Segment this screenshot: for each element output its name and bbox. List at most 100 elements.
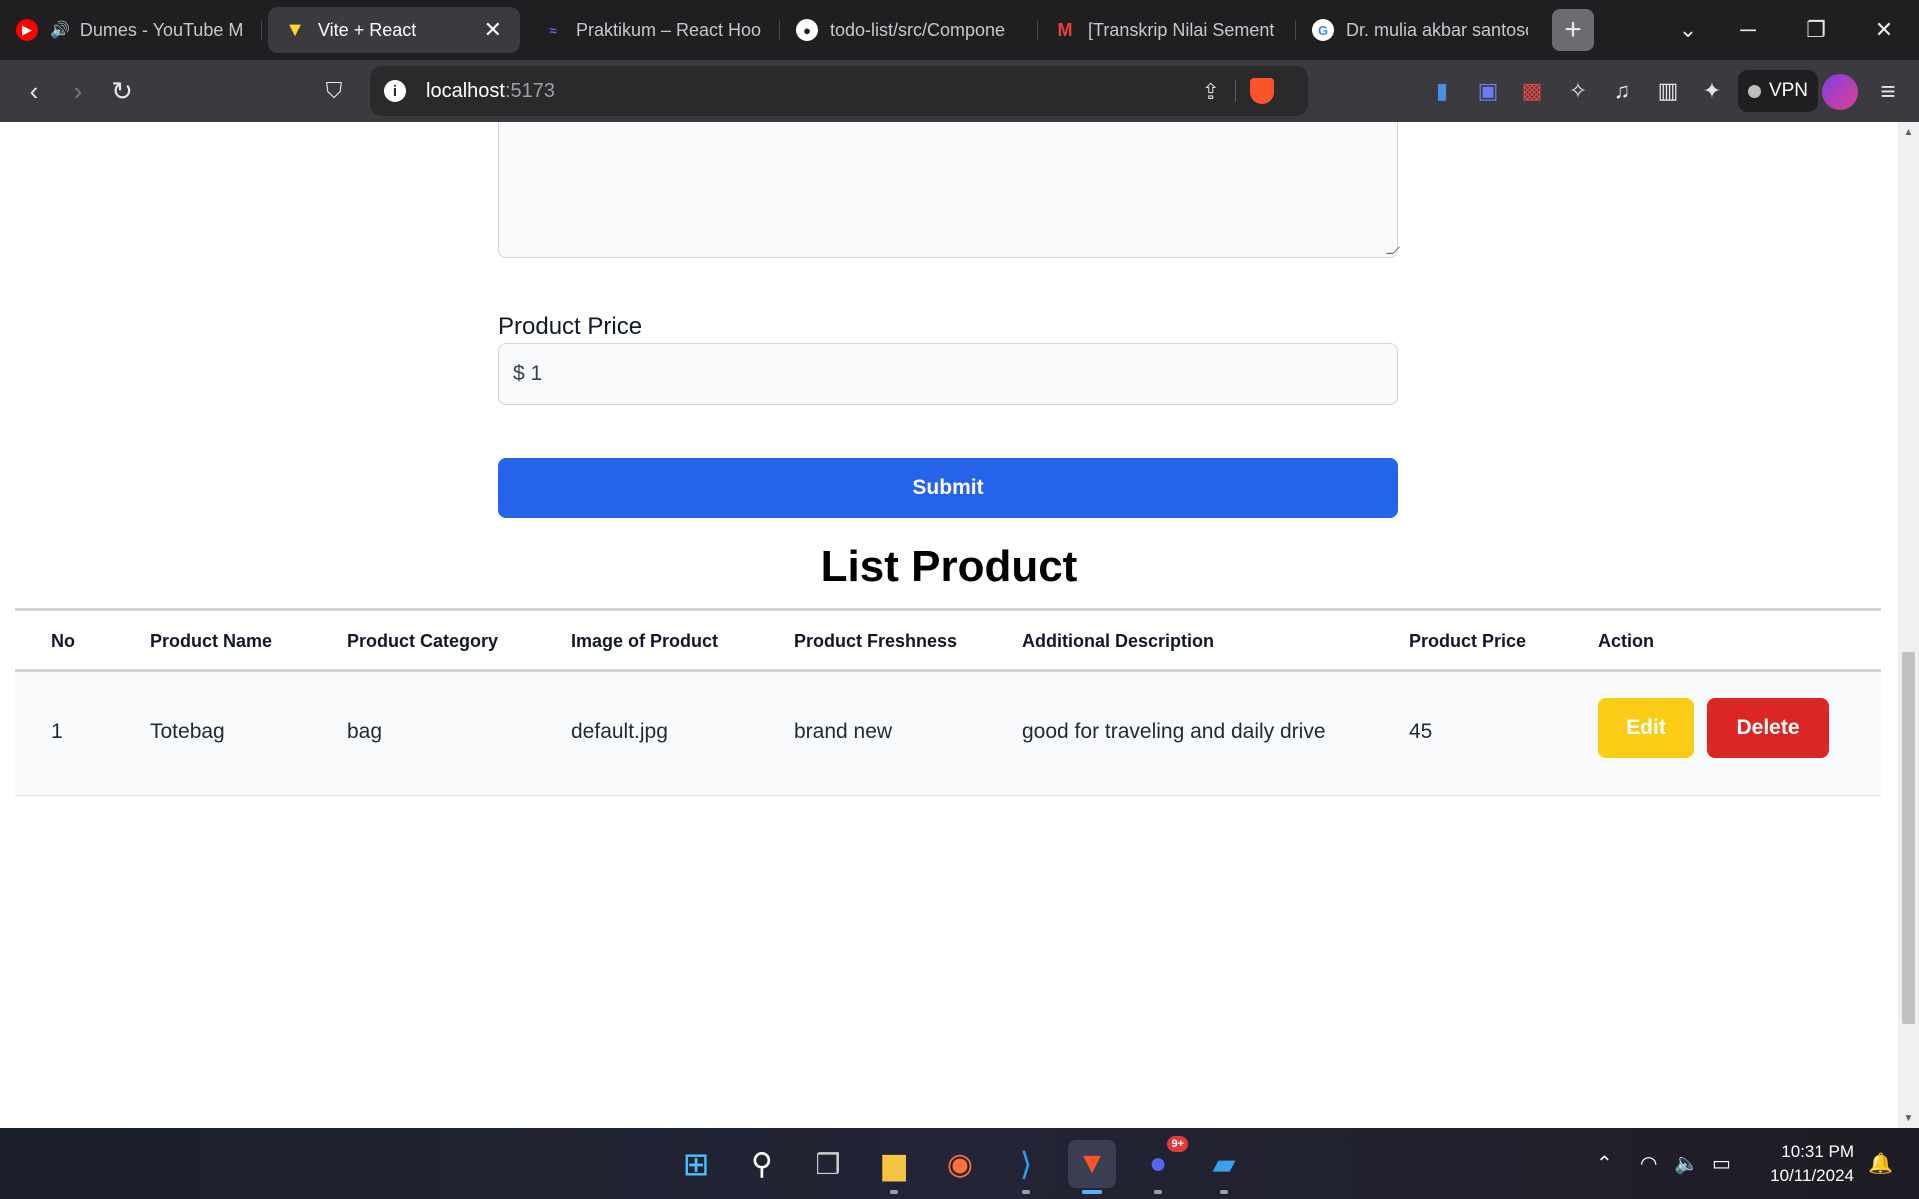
tray-chevron-icon[interactable]: ⌃ — [1596, 1128, 1613, 1199]
running-indicator — [1022, 1190, 1030, 1194]
scroll-up-icon[interactable]: ▲ — [1898, 124, 1919, 140]
cell-product-freshness: brand new — [794, 720, 893, 743]
minimize-button[interactable]: ─ — [1718, 0, 1778, 60]
page-scrollbar[interactable]: ▲ ▼ — [1898, 122, 1919, 1128]
bookmark-icon[interactable]: ⛉ — [312, 60, 356, 122]
extension-translate-icon[interactable]: ▣ — [1468, 60, 1508, 122]
col-image-of-product: Image of Product — [571, 631, 719, 651]
notification-bell-icon[interactable]: 🔔 — [1868, 1128, 1893, 1199]
tab-github[interactable]: ● todo-list/src/Compone — [780, 7, 1038, 53]
vpn-label: VPN — [1768, 80, 1809, 101]
scroll-thumb[interactable] — [1902, 652, 1915, 1024]
page-viewport: Product Price $ 1 Submit List Product No… — [0, 122, 1898, 1128]
cell-image-of-product: default.jpg — [571, 720, 668, 743]
tab-praktikum[interactable]: ≈ Praktikum – React Hook — [526, 7, 780, 53]
extension-red-icon[interactable]: ▩ — [1512, 60, 1552, 122]
taskbar-clock[interactable]: 10:31 PM 10/11/2024 — [1760, 1140, 1854, 1188]
tab-title: Dr. mulia akbar santoso — [1346, 19, 1528, 40]
cell-additional-description: good for traveling and daily drive — [1022, 720, 1326, 743]
url-host: localhost — [426, 79, 505, 102]
tab-vite-react[interactable]: ▼ Vite + React ✕ — [268, 7, 520, 53]
vscode-icon[interactable]: ⟩ — [1002, 1140, 1050, 1194]
table-header: No Product Name Product Category Image o… — [15, 608, 1881, 672]
new-tab-button[interactable]: + — [1552, 9, 1594, 51]
running-indicator — [1220, 1190, 1228, 1194]
col-product-price: Product Price — [1409, 631, 1527, 651]
tab-list-chevron-icon[interactable]: ⌄ — [1658, 0, 1718, 60]
windows-start-icon[interactable]: ⊞ — [672, 1140, 720, 1188]
reload-button[interactable]: ↻ — [100, 60, 144, 122]
delete-button[interactable]: Delete — [1707, 698, 1829, 758]
menu-icon[interactable]: ≡ — [1868, 60, 1908, 122]
cell-product-price: 45 — [1409, 720, 1433, 743]
share-icon[interactable]: ⇪ — [1202, 79, 1220, 105]
col-no: No — [51, 631, 75, 651]
brave-shields-icon[interactable] — [1250, 78, 1274, 104]
tab-title: todo-list/src/Compone — [830, 19, 1006, 40]
vite-icon: ▼ — [285, 18, 305, 41]
site-info-icon[interactable]: i — [384, 80, 406, 102]
close-window-button[interactable]: ✕ — [1854, 0, 1914, 60]
windows-taskbar: ⊞ ⚲ ❒ ▆ ◉ ⟩ ▼ ● 9+ ▰ ⌃ ◠ 🔈 ▭ 10:31 PM 10/… — [0, 1128, 1919, 1199]
col-product-freshness: Product Freshness — [794, 631, 958, 651]
submit-button[interactable]: Submit — [498, 458, 1398, 518]
praktikum-icon: ≈ — [549, 22, 557, 38]
edit-button[interactable]: Edit — [1598, 698, 1694, 758]
active-indicator — [1082, 1190, 1102, 1194]
tab-title: Vite + React — [318, 19, 417, 40]
vpn-button[interactable]: VPN — [1738, 70, 1818, 112]
list-product-title: List Product — [820, 542, 1078, 591]
cell-no: 1 — [51, 720, 63, 743]
firefox-icon[interactable]: ◉ — [936, 1140, 984, 1188]
discord-badge: 9+ — [1167, 1136, 1188, 1152]
clock-date: 10/11/2024 — [1770, 1166, 1854, 1185]
url-port: :5173 — [504, 79, 555, 102]
task-view-icon[interactable]: ❒ — [804, 1140, 852, 1188]
github-icon: ● — [796, 19, 818, 41]
clock-time: 10:31 PM — [1781, 1142, 1854, 1161]
description-textarea[interactable] — [498, 122, 1398, 258]
running-indicator — [890, 1190, 898, 1194]
music-icon[interactable]: ♫ — [1602, 60, 1642, 122]
url-divider — [1235, 80, 1236, 102]
cell-product-name: Totebag — [150, 720, 225, 743]
scroll-down-icon[interactable]: ▼ — [1898, 1110, 1919, 1126]
table-row: 1 Totebag bag default.jpg brand new good… — [15, 672, 1881, 796]
file-explorer-icon[interactable]: ▆ — [870, 1140, 918, 1194]
col-product-name: Product Name — [150, 631, 273, 651]
running-indicator — [1154, 1190, 1162, 1194]
battery-icon[interactable]: ▭ — [1712, 1128, 1731, 1199]
product-price-label: Product Price — [498, 313, 643, 340]
brave-icon[interactable]: ▼ — [1068, 1140, 1116, 1194]
extensions-puzzle-icon[interactable]: ✧ — [1558, 60, 1598, 122]
vpn-status-icon — [1747, 84, 1761, 98]
browser-toolbar: ‹ › ↻ ⛉ i localhost:5173 ⇪ ▮ ▣ ▩ ✧ ♫ ▥ ✦… — [0, 60, 1919, 122]
restore-button[interactable]: ❐ — [1786, 0, 1846, 60]
tab-google[interactable]: G Dr. mulia akbar santoso — [1296, 7, 1546, 53]
tab-gmail[interactable]: M [Transkrip Nilai Sement — [1038, 7, 1296, 53]
col-action: Action — [1598, 631, 1654, 651]
profile-avatar[interactable] — [1822, 74, 1858, 110]
cell-product-category: bag — [347, 720, 383, 743]
forward-button[interactable]: › — [56, 60, 100, 122]
discord-icon[interactable]: ● 9+ — [1134, 1136, 1188, 1194]
volume-icon[interactable]: 🔈 — [1674, 1128, 1699, 1199]
gmail-icon: M — [1057, 19, 1073, 40]
photos-icon[interactable]: ▰ — [1200, 1140, 1248, 1194]
tab-title: Dumes - YouTube M — [79, 19, 244, 40]
audio-icon[interactable]: 🔊 — [50, 20, 70, 40]
address-bar[interactable]: i localhost:5173 ⇪ — [370, 66, 1308, 116]
col-additional-description: Additional Description — [1022, 631, 1215, 651]
col-product-category: Product Category — [347, 631, 499, 651]
browser-tab-bar: ▶ 🔊 Dumes - YouTube M ▼ Vite + React ✕ ≈… — [0, 0, 1919, 60]
back-button[interactable]: ‹ — [12, 60, 56, 122]
wifi-icon[interactable]: ◠ — [1640, 1128, 1657, 1199]
product-price-input[interactable]: $ 1 — [498, 343, 1398, 405]
leo-ai-icon[interactable]: ✦ — [1692, 60, 1732, 122]
tab-youtube-music[interactable]: ▶ 🔊 Dumes - YouTube M — [0, 7, 262, 53]
youtube-music-icon: ▶ — [16, 19, 38, 41]
sidebar-icon[interactable]: ▥ — [1648, 60, 1688, 122]
close-icon[interactable]: ✕ — [484, 17, 502, 43]
search-icon[interactable]: ⚲ — [738, 1140, 786, 1188]
extension-docs-icon[interactable]: ▮ — [1422, 60, 1462, 122]
